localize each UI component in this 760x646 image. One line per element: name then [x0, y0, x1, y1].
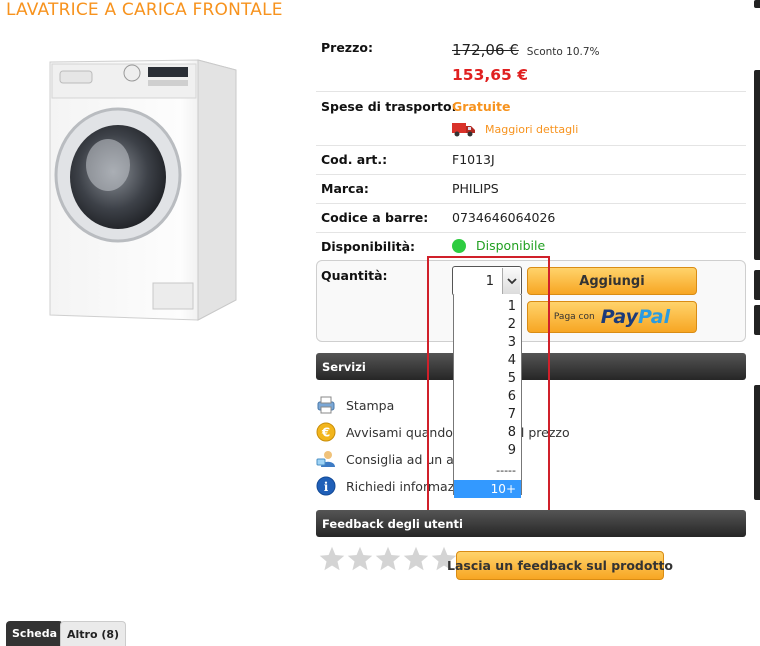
product-image [49, 59, 237, 321]
code-value: F1013J [452, 152, 495, 167]
svg-text:€: € [321, 426, 330, 440]
euro-coin-icon: € [316, 422, 336, 442]
barcode-value: 0734646064026 [452, 210, 556, 225]
edge-decoration [754, 70, 760, 260]
code-label: Cod. art.: [321, 152, 388, 167]
edge-decoration [754, 305, 760, 335]
tab-altro[interactable]: Altro (8) [60, 621, 127, 646]
star-icon[interactable] [346, 545, 374, 573]
price-label: Prezzo: [321, 40, 373, 55]
discount-label: Sconto 10.7% [526, 46, 600, 58]
price-new: 153,65 € [452, 66, 528, 84]
price-old: 172,06 € [452, 41, 519, 59]
annotation-highlight-box [427, 256, 550, 513]
edge-decoration [754, 270, 760, 300]
service-print[interactable]: Stampa [316, 395, 394, 415]
paypal-logo: PayPal [600, 306, 671, 328]
brand-label: Marca: [321, 181, 369, 196]
shipping-details-text[interactable]: Maggiori dettagli [485, 123, 578, 136]
feedback-header: Feedback degli utenti [316, 510, 746, 537]
star-icon[interactable] [374, 545, 402, 573]
svg-text:i: i [324, 480, 329, 494]
divider [316, 203, 746, 204]
divider [316, 91, 746, 92]
product-title: LAVATRICE A CARICA FRONTALE [6, 0, 283, 20]
availability-value: Disponibile [476, 238, 546, 253]
recommend-user-icon [316, 449, 336, 469]
divider [316, 145, 746, 146]
truck-icon [452, 123, 475, 137]
divider [316, 174, 746, 175]
quantity-label: Quantità: [321, 268, 388, 283]
tab-scheda[interactable]: Scheda [6, 621, 64, 646]
service-print-label[interactable]: Stampa [346, 398, 394, 413]
paypal-prefix: Paga con [553, 312, 595, 322]
printer-icon [316, 395, 336, 415]
paypal-button[interactable]: Paga con PayPal [527, 301, 697, 333]
leave-feedback-button[interactable]: Lascia un feedback sul prodotto [447, 551, 673, 580]
availability-value-row: Disponibile [452, 238, 545, 253]
availability-label: Disponibilità: [321, 239, 416, 254]
rating-stars[interactable] [318, 545, 458, 573]
shipping-value: Gratuite [452, 99, 511, 114]
star-icon[interactable] [402, 545, 430, 573]
info-icon: i [316, 476, 336, 496]
divider [316, 232, 746, 233]
availability-dot-icon [452, 238, 466, 253]
edge-decoration [754, 0, 760, 8]
price-old-row: 172,06 € Sconto 10.7% [452, 41, 600, 59]
shipping-label: Spese di trasporto: [321, 99, 457, 114]
star-icon[interactable] [318, 545, 346, 573]
shipping-details-link[interactable]: Maggiori dettagli [452, 121, 578, 137]
brand-value: PHILIPS [452, 181, 499, 196]
barcode-label: Codice a barre: [321, 210, 429, 225]
add-to-cart-button[interactable]: Aggiungi [527, 267, 697, 295]
edge-decoration [754, 385, 760, 500]
